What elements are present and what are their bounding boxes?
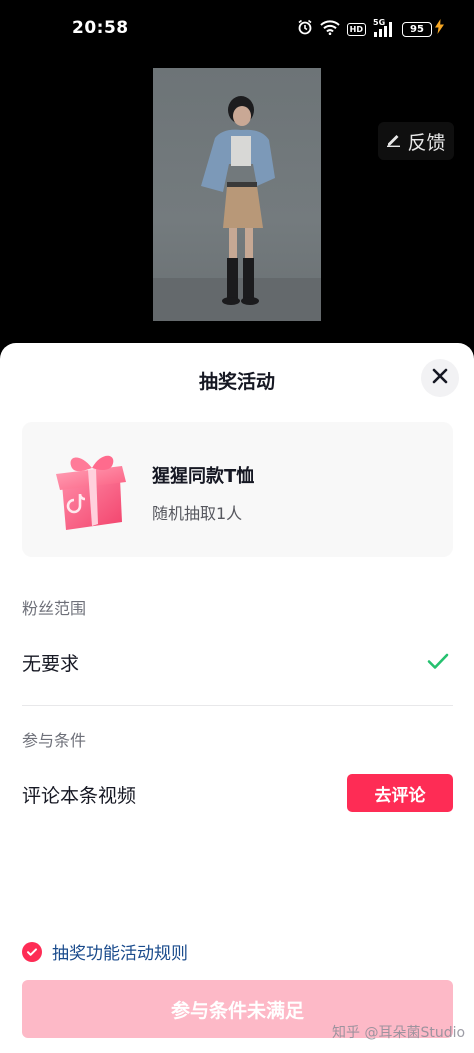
rules-link[interactable]: 抽奖功能活动规则 (52, 939, 188, 964)
charging-icon (435, 19, 444, 38)
rules-agreement[interactable]: 抽奖功能活动规则 (22, 939, 188, 964)
watermark: 知乎 @耳朵菌Studio (332, 1025, 466, 1041)
video-preview-area: 反馈 (0, 44, 474, 344)
status-bar: 20:58 HD 5G 95 (0, 0, 474, 44)
pencil-icon (386, 130, 401, 152)
feedback-button[interactable]: 反馈 (378, 122, 454, 160)
check-icon (426, 649, 450, 673)
conditions-label: 参与条件 (22, 731, 87, 750)
person-figure-image (153, 96, 321, 321)
status-time: 20:58 (72, 18, 129, 38)
fan-range-label: 粉丝范围 (22, 599, 87, 618)
status-icons: HD 5G 95 (297, 18, 444, 39)
wifi-icon (319, 19, 340, 39)
go-comment-button[interactable]: 去评论 (347, 774, 453, 812)
battery-indicator: 95 (402, 21, 432, 37)
prize-card: 猩猩同款T恤 随机抽取1人 (22, 422, 453, 557)
close-icon (432, 368, 448, 388)
prize-description: 随机抽取1人 (152, 504, 243, 523)
close-button[interactable] (421, 359, 459, 397)
sheet-title: 抽奖活动 (198, 371, 275, 393)
feedback-label: 反馈 (407, 131, 446, 154)
prize-name: 猩猩同款T恤 (152, 466, 255, 487)
hd-badge: HD (346, 22, 366, 36)
fan-range-value: 无要求 (22, 653, 80, 675)
alarm-icon (297, 19, 313, 39)
lottery-sheet: 抽奖活动 猩猩同款T恤 随机抽取1人 粉丝范围 无要求 参与条件 评论本条视频 … (0, 343, 474, 1053)
condition-comment-video: 评论本条视频 (22, 785, 137, 807)
divider (22, 705, 453, 706)
video-thumbnail[interactable] (153, 68, 321, 321)
signal-icon: 5G (373, 18, 395, 37)
gift-box-icon (52, 448, 132, 532)
checkbox-checked-icon[interactable] (22, 941, 42, 962)
